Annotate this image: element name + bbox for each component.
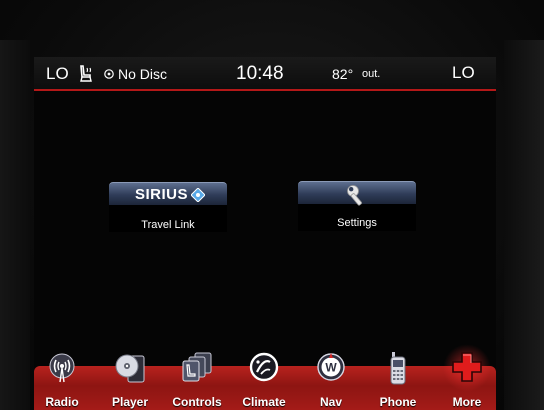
nav-label: Player bbox=[111, 395, 149, 409]
sirius-star-icon bbox=[191, 188, 205, 202]
nav-navigation-button[interactable]: W Nav bbox=[300, 353, 362, 410]
outside-temperature-unit: out. bbox=[362, 68, 381, 80]
nav-player-button[interactable]: Player bbox=[99, 354, 161, 410]
bezel-left-edge bbox=[0, 40, 30, 410]
heated-seat-icon[interactable] bbox=[78, 65, 94, 82]
climate-icon bbox=[249, 352, 279, 382]
touch-screen: LO No Disc 10:48 82° out. LO SIRIUS Trav… bbox=[34, 57, 496, 410]
nav-label: More bbox=[452, 395, 482, 409]
clock[interactable]: 10:48 bbox=[236, 63, 284, 85]
driver-temp-setting[interactable]: LO bbox=[46, 64, 69, 84]
phone-icon bbox=[390, 352, 406, 385]
nav-controls-button[interactable]: Controls bbox=[166, 352, 228, 410]
disc-player-icon bbox=[115, 354, 145, 383]
wrench-icon bbox=[347, 185, 362, 206]
nav-label: Controls bbox=[172, 395, 222, 409]
plus-icon bbox=[452, 352, 482, 382]
tile-label: Travel Link bbox=[141, 219, 195, 231]
disc-icon bbox=[104, 69, 114, 79]
bezel-right-edge bbox=[504, 40, 544, 410]
settings-button[interactable]: Settings bbox=[298, 181, 416, 231]
nav-radio-button[interactable]: Radio bbox=[34, 353, 93, 410]
nav-label: Nav bbox=[319, 395, 342, 409]
svg-text:W: W bbox=[325, 361, 337, 375]
sirius-travel-link-button[interactable]: SIRIUS Travel Link bbox=[109, 182, 227, 232]
nav-label: Phone bbox=[379, 395, 417, 409]
sirius-logo-icon: SIRIUS bbox=[135, 186, 189, 203]
nav-more-button[interactable]: More bbox=[436, 344, 496, 410]
passenger-temp-setting[interactable]: LO bbox=[452, 63, 475, 83]
media-status: No Disc bbox=[118, 66, 168, 82]
outside-temperature: 82° bbox=[332, 66, 354, 82]
compass-icon: W bbox=[317, 353, 345, 381]
bottom-nav-bar: Radio Player Controls Climate W Nav Phon… bbox=[34, 344, 496, 410]
seat-controls-icon bbox=[182, 352, 212, 382]
nav-label: Radio bbox=[45, 395, 79, 409]
radio-tower-icon bbox=[49, 353, 75, 383]
nav-label: Climate bbox=[242, 395, 286, 409]
status-bar: LO No Disc 10:48 82° out. LO bbox=[34, 57, 496, 91]
nav-climate-button[interactable]: Climate bbox=[233, 352, 295, 410]
nav-phone-button[interactable]: Phone bbox=[367, 352, 429, 410]
tile-label: Settings bbox=[337, 217, 377, 229]
